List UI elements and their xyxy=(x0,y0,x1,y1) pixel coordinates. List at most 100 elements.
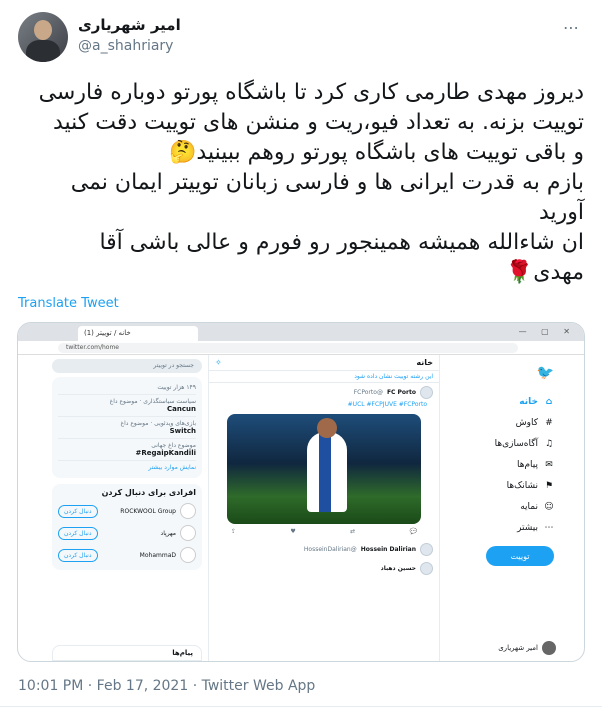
mini-profile-name: امیر شهریاری xyxy=(498,644,538,652)
nav-label: پیام‌ها xyxy=(516,459,538,470)
nav-label: نمایه xyxy=(520,501,538,512)
reply-icon: 💬 xyxy=(409,528,417,535)
who-to-follow: افرادی برای دنبال کردن ROCKWOOL Group دنب… xyxy=(52,484,202,570)
mini-avatar xyxy=(542,641,556,655)
trend-item: موضوع داغ جهانی #RegaipKandili xyxy=(58,439,196,461)
feed-post: FC Porto @FCPorto #UCL #FCPJUVE #FCPorto… xyxy=(209,383,439,540)
trend-meta: سیاست سیاستگذاری · موضوع داغ xyxy=(109,398,196,405)
address-bar: twitter.com/home xyxy=(18,341,584,355)
feed-post: حسین دهباد xyxy=(209,559,439,578)
messages-drawer: پیام‌ها xyxy=(52,645,202,661)
twitter-sidebar: 🐦 ⌂ خانه # کاوش ♫ آگاه‌سازی‌ها ✉ پیام‌ها ⚑ نش… xyxy=(484,365,554,566)
nav-explore: # کاوش xyxy=(484,412,554,433)
share-icon: ⇪ xyxy=(231,528,237,535)
nav-label: کاوش xyxy=(515,417,538,428)
hash-icon: # xyxy=(545,417,553,428)
follow-button: دنبال کردن xyxy=(58,504,98,518)
trend-item: بازی‌های ویدئویی · موضوع داغ Switch xyxy=(58,417,196,439)
nav-more: ⋯ بیشتر xyxy=(484,517,554,538)
suggestion-name: ROCKWOOL Group xyxy=(120,507,176,515)
trend-meta: ۱۴۹ هزار توییت xyxy=(157,384,196,391)
feed-title: خانه xyxy=(416,358,433,367)
trend-name: Cancun xyxy=(167,405,196,413)
post-handle: @FCPorto xyxy=(353,389,383,396)
browser-tab: (1) خانه / توییتر xyxy=(78,326,198,341)
more-icon: ⋯ xyxy=(544,522,554,533)
tweet-line: و باقی توییت های باشگاه پورتو روهم ببینی… xyxy=(169,140,584,165)
nav-home: ⌂ خانه xyxy=(484,391,554,412)
suggestion-avatar xyxy=(180,525,196,541)
show-thread-link: این رشته توییت نشان داده شود xyxy=(209,371,439,383)
bookmark-icon: ⚑ xyxy=(544,480,554,491)
bell-icon: ♫ xyxy=(544,438,554,449)
wtf-title: افرادی برای دنبال کردن xyxy=(101,488,196,497)
trend-meta: موضوع داغ جهانی xyxy=(151,442,196,449)
twitter-page: 🐦 ⌂ خانه # کاوش ♫ آگاه‌سازی‌ها ✉ پیام‌ها ⚑ نش… xyxy=(18,355,584,661)
post-avatar xyxy=(420,562,433,575)
trends-show-more: نمایش موارد بیشتر xyxy=(148,464,196,471)
follow-suggestion: مهرپاد دنبال کردن xyxy=(58,522,196,544)
nav-profile: ☺ نمایه xyxy=(484,496,554,517)
author-avatar[interactable] xyxy=(18,12,68,62)
tweet-line: دیروز مهدی طارمی کاری کرد تا باشگاه پورت… xyxy=(38,80,584,105)
post-photo xyxy=(227,414,421,524)
suggestion-avatar xyxy=(180,503,196,519)
nav-label: آگاه‌سازی‌ها xyxy=(494,438,538,449)
tweet-line: آورید xyxy=(538,200,584,225)
post-hashtags: #UCL #FCPJUVE #FCPorto xyxy=(347,401,427,408)
mini-profile: امیر شهریاری xyxy=(466,641,556,655)
tweet-timestamp[interactable]: 10:01 PM · Feb 17, 2021 · Twitter Web Ap… xyxy=(18,678,315,694)
post-author: Hossein Dalirian xyxy=(360,546,416,553)
nav-label: خانه xyxy=(519,396,538,407)
browser-tabbar: (1) خانه / توییتر — ▢ ✕ xyxy=(18,323,584,341)
nav-label: نشانک‌ها xyxy=(506,480,538,491)
feed-post: Hossein Dalirian @HosseinDalirian xyxy=(209,540,439,559)
compose-tweet-button: توییت xyxy=(486,546,554,566)
trend-name: #RegaipKandili xyxy=(135,449,197,457)
tweet-line: توییت بزنه. به تعداد فیو،ریت و منشن های … xyxy=(52,110,584,135)
suggestion-avatar xyxy=(180,547,196,563)
divider xyxy=(0,706,602,707)
attached-screenshot[interactable]: (1) خانه / توییتر — ▢ ✕ twitter.com/home… xyxy=(17,322,585,662)
player-figure xyxy=(307,418,347,512)
post-header: Hossein Dalirian @HosseinDalirian xyxy=(215,543,433,556)
post-header: حسین دهباد xyxy=(215,562,433,575)
translate-tweet-link[interactable]: Translate Tweet xyxy=(18,296,119,311)
post-author: FC Porto xyxy=(386,389,416,396)
suggestion-name: MohammaD xyxy=(139,551,176,559)
nav-messages: ✉ پیام‌ها xyxy=(484,454,554,475)
tweet-line: بازم به قدرت ایرانی ها و فارسی زبانان تو… xyxy=(70,170,584,195)
author-handle[interactable]: @a_shahriary xyxy=(78,38,173,54)
trend-item: ۱۴۹ هزار توییت xyxy=(58,381,196,395)
trends-box: ۱۴۹ هزار توییت سیاست سیاستگذاری · موضوع … xyxy=(52,377,202,478)
home-icon: ⌂ xyxy=(545,396,553,407)
author-name[interactable]: امیر شهریاری xyxy=(78,16,181,34)
like-icon: ♥ xyxy=(290,528,296,535)
trend-item: سیاست سیاستگذاری · موضوع داغ Cancun xyxy=(58,395,196,417)
post-author: حسین دهباد xyxy=(380,565,416,572)
more-options-icon[interactable]: ⋯ xyxy=(563,18,580,37)
mail-icon: ✉ xyxy=(545,459,553,470)
trend-name: Switch xyxy=(169,427,196,435)
person-icon: ☺ xyxy=(544,501,554,512)
post-avatar xyxy=(420,543,433,556)
home-feed: خانه ✧ این رشته توییت نشان داده شود FC P… xyxy=(208,355,440,661)
search-box: جستجو در توییتر xyxy=(52,359,202,373)
suggestion-name: مهرپاد xyxy=(160,529,176,537)
post-actions: 💬 ⇄ ♥ ⇪ xyxy=(215,526,433,537)
sparkle-icon: ✧ xyxy=(215,358,222,367)
twitter-bird-icon: 🐦 xyxy=(536,365,554,381)
url-field: twitter.com/home xyxy=(58,343,518,353)
tweet-line: مهدی🌹 xyxy=(505,260,584,285)
post-header: FC Porto @FCPorto xyxy=(215,386,433,399)
right-rail: جستجو در توییتر ۱۴۹ هزار توییت سیاست سیا… xyxy=(52,355,202,661)
post-avatar xyxy=(420,386,433,399)
trend-meta: بازی‌های ویدئویی · موضوع داغ xyxy=(120,420,196,427)
tweet-text: دیروز مهدی طارمی کاری کرد تا باشگاه پورت… xyxy=(16,78,584,288)
nav-notifications: ♫ آگاه‌سازی‌ها xyxy=(484,433,554,454)
feed-header: خانه ✧ xyxy=(209,355,439,371)
nav-bookmarks: ⚑ نشانک‌ها xyxy=(484,475,554,496)
retweet-icon: ⇄ xyxy=(350,528,356,535)
follow-suggestion: ROCKWOOL Group دنبال کردن xyxy=(58,500,196,522)
window-controls-icon: — ▢ ✕ xyxy=(518,327,576,336)
